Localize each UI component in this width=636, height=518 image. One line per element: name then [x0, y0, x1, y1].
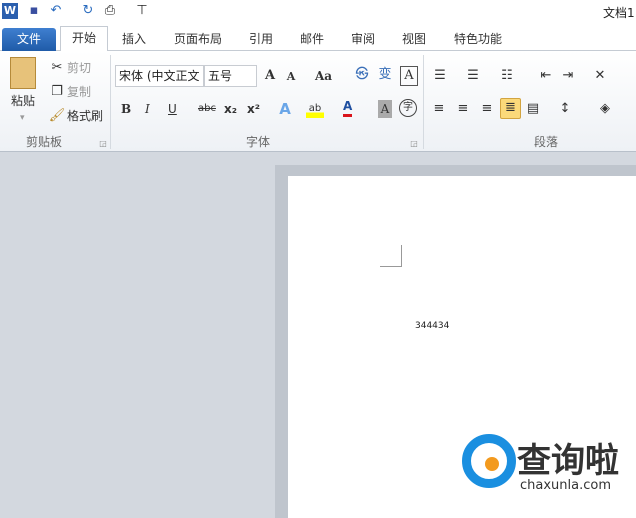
- paste-dropdown-icon[interactable]: ▾: [20, 109, 25, 127]
- paragraph-group-label: 段落: [534, 135, 559, 149]
- shading-icon[interactable]: ◈: [596, 100, 614, 118]
- increase-indent-icon[interactable]: ⇥: [559, 67, 577, 85]
- phonetic-guide-icon[interactable]: 变: [376, 66, 394, 84]
- pinyin-icon[interactable]: ㉿: [353, 66, 371, 84]
- document-page[interactable]: 344434 查询啦 chaxunla.com: [288, 176, 636, 518]
- ruler-strip: [275, 165, 636, 176]
- enclose-characters-button[interactable]: 字: [399, 99, 417, 117]
- print-preview-icon[interactable]: ⎙: [102, 3, 118, 19]
- brush-icon: 🖌: [48, 108, 66, 123]
- watermark-url: chaxunla.com: [520, 478, 611, 493]
- watermark-logo: [462, 434, 516, 488]
- watermark-brand: 查询啦: [517, 441, 619, 481]
- change-case-button[interactable]: Aa: [315, 67, 332, 85]
- align-right-icon[interactable]: ≡: [478, 100, 496, 118]
- character-border-icon[interactable]: A: [400, 66, 418, 86]
- tab-page-layout[interactable]: 页面布局: [168, 28, 228, 51]
- copy-button[interactable]: 复制: [67, 83, 91, 101]
- justify-icon[interactable]: ≣: [500, 98, 521, 119]
- tab-special[interactable]: 特色功能: [448, 28, 508, 51]
- font-size-combo[interactable]: 五号: [204, 65, 257, 87]
- save-icon[interactable]: ▪: [26, 3, 42, 19]
- paste-icon[interactable]: [10, 57, 36, 89]
- multilevel-list-icon[interactable]: ☷: [498, 67, 516, 85]
- font-dialog-launcher-icon[interactable]: ◲: [405, 135, 423, 153]
- tab-view[interactable]: 视图: [396, 28, 432, 51]
- customize-icon[interactable]: ⊤: [134, 3, 150, 19]
- shrink-font-icon[interactable]: A: [282, 68, 300, 86]
- format-painter-button[interactable]: 格式刷: [67, 107, 103, 125]
- title-bar: W ▪ ↶ ↻ ⎙ ⊤ 文档1: [0, 0, 636, 24]
- tab-review[interactable]: 审阅: [345, 28, 381, 51]
- tab-insert[interactable]: 插入: [116, 28, 152, 51]
- paste-button[interactable]: 粘贴: [11, 92, 35, 110]
- character-shading-button[interactable]: A: [378, 100, 392, 118]
- font-group-label: 字体: [246, 135, 271, 149]
- underline-button[interactable]: U: [168, 100, 177, 118]
- tab-mailings[interactable]: 邮件: [294, 28, 330, 51]
- vertical-ruler: [275, 165, 288, 518]
- grow-font-icon[interactable]: A: [261, 67, 279, 85]
- decrease-indent-icon[interactable]: ⇤: [537, 67, 555, 85]
- ribbon-tabs: 文件 开始 插入 页面布局 引用 邮件 审阅 视图 特色功能: [0, 24, 636, 52]
- italic-button[interactable]: I: [145, 100, 150, 118]
- bold-button[interactable]: B: [121, 100, 131, 118]
- clipboard-group-label: 剪贴板: [26, 135, 63, 149]
- numbering-icon[interactable]: ☰: [464, 67, 482, 85]
- document-text[interactable]: 344434: [415, 321, 449, 331]
- scissors-icon: ✂: [51, 60, 63, 75]
- align-center-icon[interactable]: ≡: [454, 100, 472, 118]
- superscript-button[interactable]: x²: [247, 100, 260, 118]
- word-icon[interactable]: W: [2, 3, 18, 19]
- bullets-icon[interactable]: ☰: [431, 67, 449, 85]
- align-left-icon[interactable]: ≡: [430, 100, 448, 118]
- font-color-button[interactable]: A: [343, 99, 353, 117]
- ribbon: 粘贴 ▾ ✂ 剪切 ❐ 复制 🖌 格式刷 剪贴板 ◲ 宋体 (中文正文 五号 A…: [0, 51, 636, 152]
- tab-home[interactable]: 开始: [60, 26, 108, 52]
- font-name-combo[interactable]: 宋体 (中文正文: [115, 65, 204, 87]
- tab-file[interactable]: 文件: [2, 28, 56, 51]
- text-effects-icon[interactable]: A: [276, 100, 294, 118]
- document-title: 文档1: [603, 6, 635, 20]
- strikethrough-button[interactable]: abc: [198, 100, 216, 118]
- copy-icon: ❐: [51, 84, 63, 99]
- chinese-layout-icon[interactable]: ✕: [591, 67, 609, 85]
- undo-icon[interactable]: ↶: [48, 3, 64, 19]
- line-spacing-icon[interactable]: ↕: [556, 100, 574, 118]
- highlight-icon[interactable]: ab: [306, 100, 324, 118]
- tab-references[interactable]: 引用: [243, 28, 279, 51]
- margin-corner-mark: [380, 245, 402, 267]
- redo-icon[interactable]: ↻: [80, 3, 96, 19]
- cut-button[interactable]: 剪切: [67, 59, 91, 77]
- subscript-button[interactable]: x₂: [224, 100, 237, 118]
- distributed-icon[interactable]: ▤: [524, 100, 542, 118]
